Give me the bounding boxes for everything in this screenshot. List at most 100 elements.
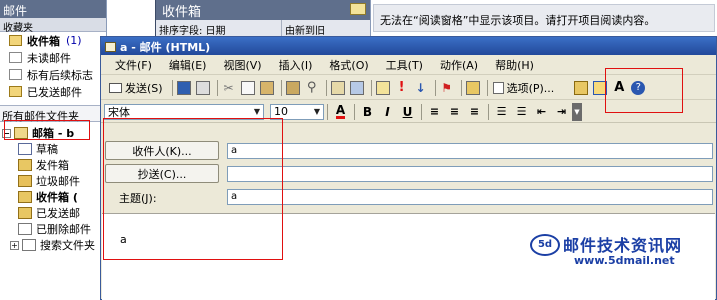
- follow-up-button[interactable]: ⚑: [439, 79, 455, 97]
- numbering-button[interactable]: ☰: [492, 103, 511, 121]
- save-button[interactable]: [176, 79, 192, 97]
- check-names-button[interactable]: [330, 79, 346, 97]
- tree-item-outbox[interactable]: 发件箱: [0, 157, 106, 173]
- sort-order[interactable]: 由新到旧: [282, 20, 371, 37]
- paste-icon: [259, 80, 274, 95]
- separator: [280, 79, 282, 96]
- tree-item-drafts[interactable]: 草稿: [0, 141, 106, 157]
- increase-indent-button[interactable]: ⇥: [552, 103, 571, 121]
- tree-item-sent[interactable]: 已发送邮: [0, 205, 106, 221]
- bullets-button[interactable]: ☰: [512, 103, 531, 121]
- separator: [325, 79, 327, 96]
- inbox-icon: [18, 191, 32, 203]
- align-left-button[interactable]: ≡: [425, 103, 444, 121]
- tree-item-inbox[interactable]: 收件箱 (: [0, 189, 106, 205]
- tree-item-junk[interactable]: 垃圾邮件: [0, 173, 106, 189]
- separator: [216, 79, 218, 96]
- sort-bar[interactable]: 排序字段: 日期 由新到旧: [156, 20, 371, 37]
- copy-button[interactable]: [240, 79, 256, 97]
- underline-button[interactable]: U: [398, 103, 417, 121]
- favorite-label: 已发送邮件: [27, 85, 82, 99]
- options-icon: [492, 81, 504, 94]
- font-color-button[interactable]: A: [331, 103, 350, 121]
- sent-folder-icon: [18, 207, 32, 219]
- menu-file[interactable]: 文件(F): [115, 57, 152, 73]
- tree-label: 收件箱 (: [36, 191, 78, 204]
- menu-insert[interactable]: 插入(I): [279, 57, 313, 73]
- separator: [486, 79, 488, 96]
- watermark-url: www.5dmail.net: [574, 254, 675, 267]
- toolbar-options-chevron[interactable]: ▼: [572, 102, 582, 121]
- high-importance-button[interactable]: !: [394, 79, 410, 97]
- favorite-label: 收件箱: [27, 34, 60, 48]
- menu-actions[interactable]: 动作(A): [440, 57, 478, 73]
- paperclip-icon: ⚲: [306, 80, 317, 95]
- menu-help[interactable]: 帮助(H): [495, 57, 534, 73]
- low-importance-button[interactable]: ↓: [413, 79, 429, 97]
- tree-item-search-folders[interactable]: + 搜索文件夹: [0, 237, 106, 253]
- menu-tools[interactable]: 工具(T): [386, 57, 423, 73]
- reading-pane: 无法在“阅读窗格”中显示该项目。请打开项目阅读内容。: [370, 0, 717, 36]
- window-titlebar[interactable]: a - 邮件 (HTML): [101, 37, 716, 55]
- separator: [460, 79, 462, 96]
- favorite-label: 标有后续标志: [27, 68, 93, 82]
- separator: [421, 103, 422, 120]
- tree-label: 已发送邮: [36, 207, 80, 220]
- align-center-button[interactable]: ≡: [445, 103, 464, 121]
- send-button[interactable]: 发送(S): [106, 79, 166, 97]
- watermark-title: 邮件技术资讯网: [563, 236, 683, 255]
- options-label: 选项(P)...: [506, 81, 555, 95]
- tree-label: 搜索文件夹: [40, 239, 95, 252]
- tree-item-deleted[interactable]: 已删除邮件: [0, 221, 106, 237]
- highlight-picture-buttons: [605, 68, 683, 113]
- send-icon: [109, 82, 122, 93]
- italic-icon: I: [385, 104, 390, 119]
- bold-icon: B: [362, 104, 373, 119]
- decrease-indent-button[interactable]: ⇤: [532, 103, 551, 121]
- reading-pane-message: 无法在“阅读窗格”中显示该项目。请打开项目阅读内容。: [373, 4, 715, 32]
- expand-icon[interactable]: +: [10, 240, 19, 250]
- favorite-flagged[interactable]: 标有后续标志: [0, 66, 106, 83]
- send-label: 发送(S): [125, 81, 163, 95]
- envelope-icon: [350, 3, 366, 15]
- print-icon: [195, 80, 210, 95]
- attach-button[interactable]: ⚲: [304, 79, 320, 97]
- save-icon: [176, 80, 191, 95]
- options-button[interactable]: 选项(P)...: [491, 79, 557, 97]
- sort-label[interactable]: 排序字段: 日期: [156, 20, 282, 37]
- signature-button[interactable]: [375, 79, 391, 97]
- subject-field[interactable]: a: [227, 189, 713, 205]
- chevron-down-icon: ▼: [574, 107, 580, 116]
- separator: [171, 79, 173, 96]
- trash-icon: [18, 223, 32, 235]
- bold-button[interactable]: B: [358, 103, 377, 121]
- to-field[interactable]: a: [227, 143, 713, 159]
- menu-format[interactable]: 格式(O): [329, 57, 368, 73]
- tree-label: 发件箱: [36, 159, 69, 172]
- menu-view[interactable]: 视图(V): [223, 57, 261, 73]
- permission-button[interactable]: [465, 79, 481, 97]
- address-book-button[interactable]: [285, 79, 301, 97]
- favorite-inbox[interactable]: 收件箱 (1): [0, 32, 106, 49]
- watermark-logo: 5d 邮件技术资讯网 www.5dmail.net: [530, 232, 717, 292]
- menu-edit[interactable]: 编辑(E): [169, 57, 207, 73]
- pane-title: 邮件: [0, 0, 106, 18]
- underline-icon: U: [402, 104, 413, 119]
- align-right-button[interactable]: ≡: [465, 103, 484, 121]
- separator: [327, 103, 328, 120]
- favorite-sent[interactable]: 已发送邮件: [0, 83, 106, 100]
- envelope-lock-icon: [465, 80, 480, 95]
- cut-button[interactable]: ✂: [221, 79, 237, 97]
- book-button[interactable]: [349, 79, 365, 97]
- print-button[interactable]: [195, 79, 211, 97]
- numbered-list-icon: ☰: [496, 105, 507, 118]
- paste-button[interactable]: [259, 79, 275, 97]
- highlight-header-fields: [103, 118, 283, 260]
- down-arrow-icon: ↓: [415, 80, 426, 95]
- outdent-icon: ⇤: [536, 105, 547, 118]
- favorite-unread[interactable]: 未读邮件: [0, 49, 106, 66]
- cc-field[interactable]: [227, 166, 713, 182]
- insert-picture-button[interactable]: [573, 79, 589, 97]
- italic-button[interactable]: I: [378, 103, 397, 121]
- align-left-icon: ≡: [429, 105, 440, 118]
